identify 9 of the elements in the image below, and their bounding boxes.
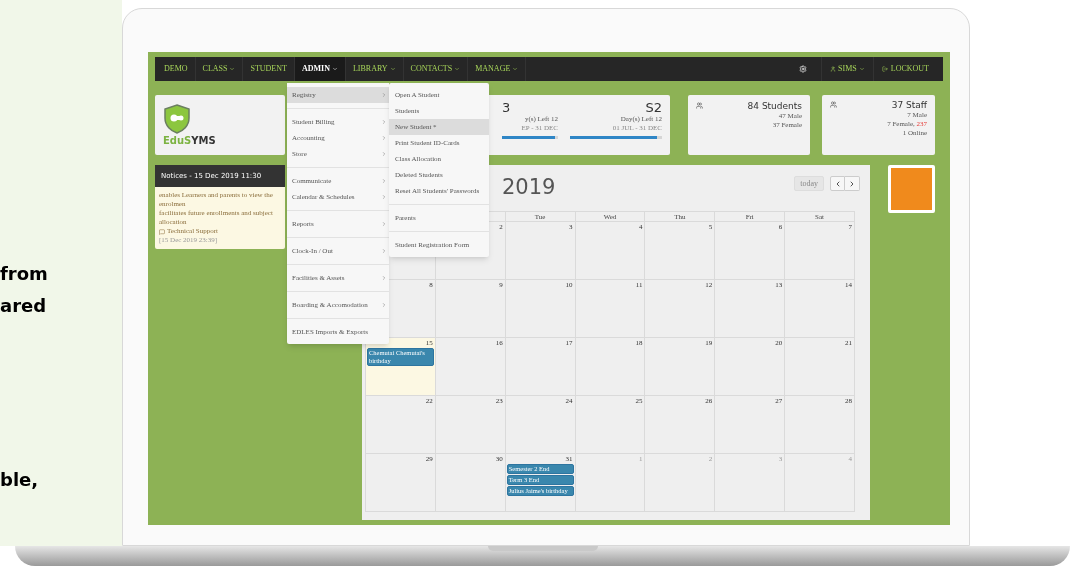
- calendar-title: 2019: [502, 174, 556, 201]
- marketing-text: from: [0, 262, 49, 286]
- students-count: 84 Students: [747, 100, 802, 112]
- semester-name: S2: [645, 100, 662, 115]
- marketing-text: ared: [0, 294, 48, 318]
- marketing-text: ble,: [0, 468, 40, 492]
- logo-text: EduSYMS: [163, 134, 217, 147]
- staff-count: 37 Staff: [891, 99, 927, 111]
- semester-name: 3: [502, 100, 511, 115]
